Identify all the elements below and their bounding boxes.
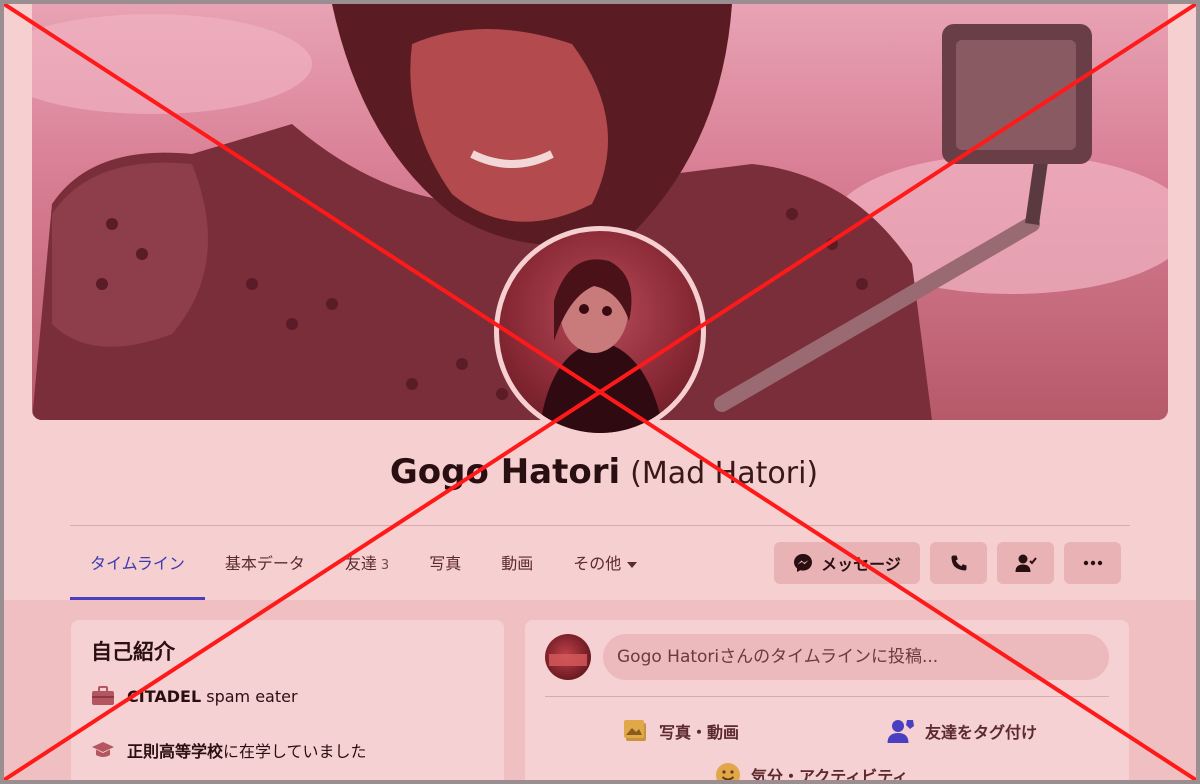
more-button[interactable] xyxy=(1064,542,1121,584)
intro-work-employer: CITADEL xyxy=(127,686,202,706)
tag-friends-icon xyxy=(887,720,914,743)
intro-work: CITADEL spam eater xyxy=(91,686,298,706)
message-button-label: メッセージ xyxy=(821,555,901,574)
tab-about[interactable]: 基本データ xyxy=(205,540,325,600)
user-avatar[interactable] xyxy=(545,634,591,680)
tab-videos-label: 動画 xyxy=(501,554,534,573)
post-composer: Gogo Hatoriさんのタイムラインに投稿... 写真・動画 友達をタグ付け xyxy=(525,620,1129,784)
more-icon xyxy=(1083,560,1102,566)
feeling-activity-label: 気分・アクティビティ xyxy=(751,767,909,784)
tab-photos-label: 写真 xyxy=(429,554,462,573)
tag-friends-button[interactable]: 友達をタグ付け xyxy=(887,718,1037,744)
photo-icon xyxy=(624,720,646,741)
tab-friends-label: 友達 xyxy=(344,554,377,573)
feeling-activity-button[interactable]: 気分・アクティビティ xyxy=(715,762,909,784)
briefcase-icon xyxy=(92,686,114,705)
smiley-icon xyxy=(716,763,740,780)
intro-school: 正則高等学校に在学していました xyxy=(91,738,367,762)
messenger-icon xyxy=(794,554,813,572)
post-input[interactable]: Gogo Hatoriさんのタイムラインに投稿... xyxy=(603,634,1109,680)
tab-videos[interactable]: 動画 xyxy=(481,540,553,600)
call-button[interactable] xyxy=(930,542,987,584)
tag-friends-label: 友達をタグ付け xyxy=(925,723,1038,742)
friends-count: 3 xyxy=(380,558,390,573)
friend-status-button[interactable] xyxy=(997,542,1054,584)
chevron-down-icon xyxy=(627,561,638,568)
friend-check-icon xyxy=(1015,554,1037,572)
intro-school-status: に在学していました xyxy=(223,742,367,761)
header-divider xyxy=(70,525,1130,526)
phone-icon xyxy=(951,555,966,571)
tab-photos[interactable]: 写真 xyxy=(409,540,481,600)
profile-avatar[interactable] xyxy=(494,226,706,438)
tab-timeline-label: タイムライン xyxy=(90,554,185,573)
tab-friends[interactable]: 友達 3 xyxy=(325,540,409,600)
intro-work-text: CITADEL spam eater xyxy=(127,687,298,706)
intro-work-role: spam eater xyxy=(201,686,298,706)
composer-divider xyxy=(545,696,1109,697)
intro-school-name: 正則高等学校 xyxy=(127,742,224,761)
intro-card: 自己紹介 CITADEL spam eater 正則高等学校に在学していました xyxy=(71,620,504,780)
profile-main-name: Gogo Hatori xyxy=(389,452,621,492)
tab-more[interactable]: その他 xyxy=(553,540,657,600)
photo-video-label: 写真・動画 xyxy=(659,723,740,742)
intro-school-text: 正則高等学校に在学していました xyxy=(127,738,367,762)
tab-more-label: その他 xyxy=(573,554,622,573)
tab-timeline[interactable]: タイムライン xyxy=(70,540,205,600)
profile-tabs: タイムライン 基本データ 友達 3 写真 動画 その他 xyxy=(70,540,657,600)
profile-page: Gogo Hatori (Mad Hatori) タイムライン 基本データ 友達 3… xyxy=(0,0,1200,784)
photo-video-button[interactable]: 写真・動画 xyxy=(623,718,739,744)
graduation-cap-icon xyxy=(92,742,114,757)
profile-alternate-name: (Mad Hatori) xyxy=(630,456,819,491)
message-button[interactable]: メッセージ xyxy=(774,542,920,584)
intro-title: 自己紹介 xyxy=(91,640,175,664)
tab-about-label: 基本データ xyxy=(224,554,305,573)
profile-name: Gogo Hatori (Mad Hatori) xyxy=(4,452,1196,492)
profile-actions: メッセージ xyxy=(774,542,1121,584)
